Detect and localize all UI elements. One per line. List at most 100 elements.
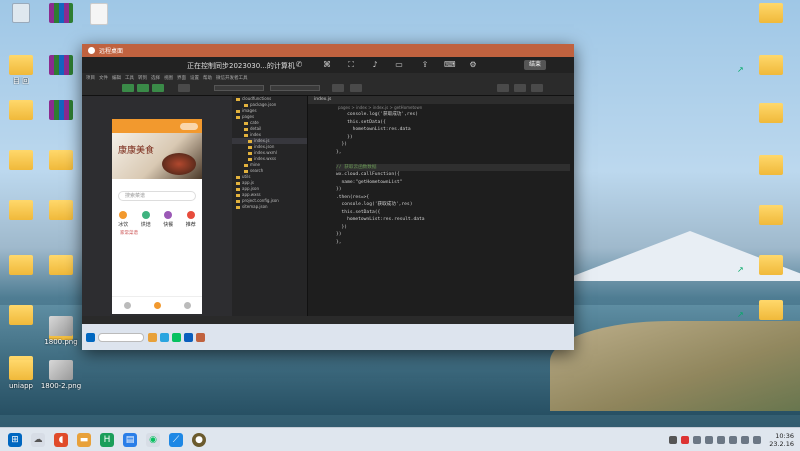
version-button[interactable]: [514, 84, 526, 92]
volume-icon[interactable]: [741, 436, 750, 444]
menu-item[interactable]: 选择: [151, 75, 160, 81]
desktop-icon[interactable]: [0, 100, 44, 122]
remote-wechat-icon[interactable]: [172, 332, 181, 342]
code-line[interactable]: console.log('获取成功',res): [336, 201, 570, 209]
compile-mode-select[interactable]: [214, 85, 264, 91]
remote-search-input[interactable]: [98, 332, 144, 342]
hbuilder-icon[interactable]: H: [100, 432, 114, 447]
remote-explorer-icon[interactable]: [148, 332, 157, 342]
transfer-icon[interactable]: ⇪: [420, 60, 430, 70]
wifi-icon[interactable]: [729, 436, 738, 444]
menu-item[interactable]: 微信开发者工具: [216, 75, 248, 81]
desktop-icon[interactable]: [748, 55, 794, 77]
menu-item[interactable]: 帮助: [203, 75, 212, 81]
details-button[interactable]: [531, 84, 543, 92]
recipe-search-input[interactable]: 搜索菜谱: [118, 191, 196, 201]
menu-item[interactable]: 项目: [86, 75, 95, 81]
phone-simulator[interactable]: 康康美食 搜索菜谱 冰饮 烘焙 快餐 推荐 家常菜谱: [112, 119, 202, 314]
code-line[interactable]: }): [336, 186, 570, 194]
start-icon[interactable]: ⊞: [8, 432, 22, 447]
editor-tab[interactable]: index.js: [308, 96, 574, 104]
desktop-icon[interactable]: [748, 205, 794, 227]
screenshot-icon[interactable]: ⌘: [322, 60, 332, 70]
category-item[interactable]: 冰饮: [113, 211, 133, 228]
food-banner[interactable]: 康康美食: [112, 133, 202, 179]
desktop-icon[interactable]: [748, 3, 794, 25]
tray-app-icon[interactable]: [681, 436, 690, 444]
category-item[interactable]: 推荐: [181, 211, 201, 228]
file-tree-item[interactable]: sitemap.json: [232, 204, 307, 210]
phone-icon[interactable]: ✆: [294, 60, 304, 70]
desktop-icon[interactable]: 1800.png: [38, 316, 84, 346]
remote-remote-icon[interactable]: [196, 332, 205, 342]
tab-category-icon[interactable]: [153, 302, 161, 309]
menu-item[interactable]: 编辑: [112, 75, 121, 81]
wechat-icon[interactable]: ◉: [146, 432, 160, 447]
desktop-icon[interactable]: [38, 100, 84, 122]
clock[interactable]: 10:36 23.2.16: [769, 432, 794, 448]
simulator-toggle-button[interactable]: [122, 84, 134, 92]
menu-item[interactable]: 工具: [125, 75, 134, 81]
category-item[interactable]: 烘焙: [136, 211, 156, 228]
file-explorer-icon[interactable]: ▬: [77, 432, 91, 447]
remote-edge-icon[interactable]: [160, 332, 169, 342]
code-line[interactable]: }): [336, 134, 570, 142]
tray-keyboard-icon[interactable]: [705, 436, 714, 444]
menu-item[interactable]: 视图: [164, 75, 173, 81]
upload-button[interactable]: [497, 84, 509, 92]
remote-desktop-window[interactable]: 远程桌面 正在控制同步2023030...的计算机 ✆ ⌘ ⛶ ♪ ▭ ⇪ ⌨ …: [82, 44, 574, 350]
battery-icon[interactable]: [753, 436, 762, 444]
desktop-icon[interactable]: [38, 150, 84, 172]
fullscreen-icon[interactable]: ⛶: [346, 60, 356, 70]
menu-item[interactable]: 文件: [99, 75, 108, 81]
code-line[interactable]: hometownList:res.result.data: [336, 216, 570, 224]
desktop-icon[interactable]: [38, 255, 84, 277]
desktop-icon[interactable]: [38, 55, 84, 77]
editor-toggle-button[interactable]: [137, 84, 149, 92]
code-line[interactable]: },: [336, 149, 570, 157]
remote-start-icon[interactable]: [86, 332, 95, 342]
tray-mic-icon[interactable]: [693, 436, 702, 444]
desktop-icon[interactable]: 1800-2.png: [38, 360, 84, 390]
code-line[interactable]: this.setData({: [336, 119, 570, 127]
tab-mine-icon[interactable]: [183, 302, 191, 309]
code-line[interactable]: hometownList:res.data: [336, 126, 570, 134]
tray-cloud-icon[interactable]: [717, 436, 726, 444]
game-icon[interactable]: ●: [192, 432, 206, 447]
widgets-icon[interactable]: ☁: [31, 432, 45, 447]
code-line[interactable]: // 获取云函数数据: [336, 163, 570, 171]
vscode-icon[interactable]: ⟋: [169, 432, 183, 447]
cloud-button[interactable]: [178, 84, 190, 92]
code-line[interactable]: }): [336, 231, 570, 239]
menu-item[interactable]: 界面: [177, 75, 186, 81]
display-icon[interactable]: ▭: [394, 60, 404, 70]
code-line[interactable]: name:"getHometownList": [336, 179, 570, 187]
office-icon[interactable]: ◖: [54, 432, 68, 447]
desktop-icon[interactable]: [38, 200, 84, 222]
keyboard-icon[interactable]: ⌨: [444, 60, 456, 70]
tab-home-icon[interactable]: [123, 302, 131, 309]
desktop-icon[interactable]: [748, 103, 794, 125]
code-line[interactable]: [336, 156, 570, 164]
debugger-toggle-button[interactable]: [152, 84, 164, 92]
code-editor[interactable]: index.js pages > index > index.js > getH…: [308, 96, 574, 316]
page-select[interactable]: [270, 85, 320, 91]
code-line[interactable]: },: [336, 239, 570, 247]
code-line[interactable]: }): [336, 141, 570, 149]
code-line[interactable]: .then(res=>{: [336, 194, 570, 202]
end-session-button[interactable]: 结束: [524, 60, 546, 70]
desktop-icon[interactable]: [748, 300, 794, 322]
sound-icon[interactable]: ♪: [370, 60, 380, 70]
code-line[interactable]: wx.cloud.callFunction({: [336, 171, 570, 179]
desktop-icon[interactable]: [748, 255, 794, 277]
compile-button[interactable]: [332, 84, 344, 92]
code-area[interactable]: console.log('获取成功',res) this.setData({ h…: [336, 111, 570, 316]
desktop-icon[interactable]: [748, 155, 794, 177]
code-line[interactable]: this.setData({: [336, 209, 570, 217]
category-item[interactable]: 快餐: [158, 211, 178, 228]
desktop-icon[interactable]: [76, 3, 122, 27]
code-line[interactable]: }): [336, 224, 570, 232]
menu-item[interactable]: 设置: [190, 75, 199, 81]
remote-vscode-icon[interactable]: [184, 332, 193, 342]
capsule-menu-icon[interactable]: [180, 122, 198, 130]
